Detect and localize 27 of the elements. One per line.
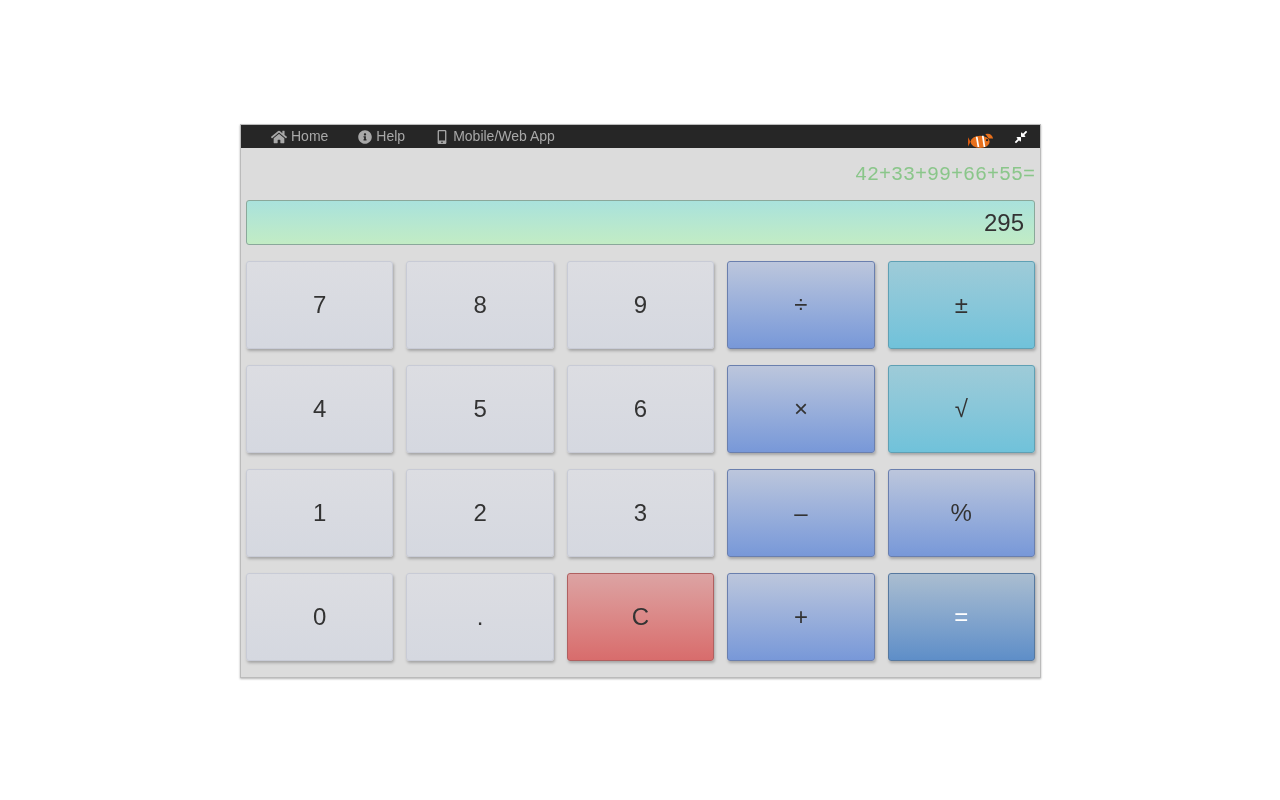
calculator-key[interactable]: .	[406, 573, 554, 661]
calculator-key[interactable]: 4	[246, 365, 394, 453]
result-display: 295	[246, 200, 1035, 245]
nav-link[interactable]: Home	[271, 126, 329, 147]
calculator-key[interactable]: –	[727, 469, 875, 557]
expression-text: 42+33+99+66+55=	[853, 162, 1035, 188]
calculator-key[interactable]: 8	[406, 261, 554, 349]
calculator-key[interactable]: ÷	[727, 261, 875, 349]
home-icon	[271, 128, 287, 145]
compress-icon[interactable]	[1014, 129, 1028, 144]
calculator-key[interactable]: √	[887, 365, 1035, 453]
calculator-key[interactable]: 2	[406, 469, 554, 557]
calculator-key[interactable]: ×	[727, 365, 875, 453]
calculator-key[interactable]: 0	[246, 573, 394, 661]
calculator-key[interactable]: 6	[566, 365, 715, 453]
nav-link[interactable]: Help	[358, 126, 406, 147]
calculator-key[interactable]: +	[727, 573, 875, 661]
calculator-key[interactable]: 7	[246, 261, 394, 349]
info-icon	[358, 129, 373, 144]
calculator-key[interactable]: C	[566, 573, 715, 661]
calculator-key[interactable]: 9	[566, 261, 715, 349]
calculator-key[interactable]: 1	[246, 469, 394, 557]
calculator-key[interactable]: 3	[566, 469, 715, 557]
calculator-key[interactable]: ±	[887, 261, 1035, 349]
calculator-key[interactable]: %	[887, 469, 1035, 557]
calculator-key[interactable]: 5	[406, 365, 554, 453]
nav-link[interactable]: Mobile/Web App	[435, 126, 555, 147]
